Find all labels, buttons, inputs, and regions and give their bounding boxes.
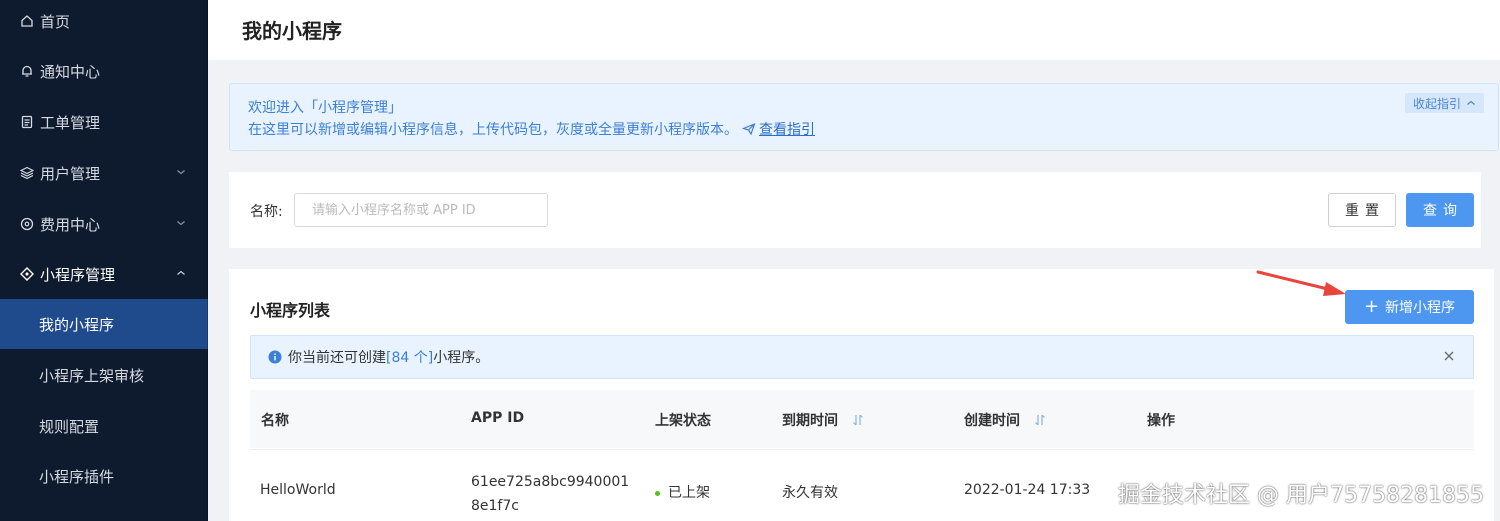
column-header-actions: 操作: [1147, 413, 1175, 429]
sidebar-item-label: 工单管理: [40, 113, 101, 132]
sidebar-item-users[interactable]: 用户管理: [0, 148, 208, 198]
collapse-guide-button[interactable]: 收起指引: [1404, 93, 1484, 113]
search-panel: 名称: 重置 查询: [229, 172, 1481, 248]
sidebar-subitem-my-miniprograms[interactable]: 我的小程序: [0, 299, 208, 349]
page-title: 我的小程序: [242, 19, 342, 43]
chevron-down-icon: [177, 221, 185, 226]
collapse-guide-label: 收起指引: [1412, 96, 1461, 111]
sidebar-subitem-review[interactable]: 小程序上架审核: [0, 350, 208, 400]
guide-title: 欢迎进入「小程序管理」: [248, 100, 402, 116]
sidebar-item-label: 用户管理: [40, 164, 101, 183]
sidebar-item-notifications[interactable]: 通知中心: [0, 46, 208, 96]
column-header-created[interactable]: 创建时间: [964, 410, 1046, 430]
quota-suffix: 小程序。: [433, 350, 490, 366]
sidebar-subitem-rules[interactable]: 规则配置: [0, 401, 208, 451]
search-input[interactable]: [294, 193, 548, 227]
red-arrow-annotation: [1256, 270, 1346, 296]
cell-appid: 61ee725a8bc9940001 8e1f7c: [471, 474, 630, 514]
chevron-up-icon: [1467, 100, 1475, 105]
sidebar-item-tickets[interactable]: 工单管理: [0, 97, 208, 147]
sidebar-item-home[interactable]: 首页: [0, 0, 208, 46]
sidebar-item-label: 费用中心: [40, 215, 101, 234]
guide-text: 在这里可以新增或编辑小程序信息，上传代码包，灰度或全量更新小程序版本。: [248, 122, 738, 138]
sidebar-item-miniprogram-management[interactable]: 小程序管理: [0, 249, 208, 299]
bell-icon: [20, 64, 34, 78]
plus-icon: +: [1363, 296, 1380, 317]
table-header: 名称 APP ID 上架状态 到期时间 创建时间 操作: [250, 390, 1474, 448]
cell-status: 已上架: [655, 482, 710, 502]
sidebar-item-billing[interactable]: 费用中心: [0, 199, 208, 249]
cell-created: 2022-01-24 17:33: [964, 482, 1091, 498]
reset-button[interactable]: 重置: [1328, 193, 1396, 227]
layers-icon: [20, 166, 34, 180]
ticket-icon: [20, 115, 34, 129]
diamond-icon: [20, 267, 34, 281]
sidebar: 首页 通知中心 工单管理 用户管理 费用中心 小程序管理 我的小程序 小程序上架…: [0, 0, 208, 521]
sidebar-edge: [207, 0, 208, 521]
send-icon: [742, 122, 756, 136]
column-header-status: 上架状态: [655, 413, 711, 429]
coin-icon: [20, 217, 34, 231]
watermark: 掘金技术社区 @ 用户7575828​1855: [1118, 483, 1484, 508]
guide-banner: 欢迎进入「小程序管理」 在这里可以新增或编辑小程序信息，上传代码包，灰度或全量更…: [229, 83, 1499, 151]
guide-description: 在这里可以新增或编辑小程序信息，上传代码包，灰度或全量更新小程序版本。 查看指引: [248, 119, 815, 139]
sidebar-item-label: 通知中心: [40, 62, 101, 81]
quota-count: [84 个]: [386, 350, 434, 366]
name-label: 名称:: [250, 204, 283, 220]
status-badge: 已上架: [668, 485, 710, 501]
chevron-up-icon: [177, 270, 185, 275]
view-guide-link[interactable]: 查看指引: [759, 119, 815, 139]
cell-expire: 永久有效: [782, 485, 838, 501]
add-miniprogram-label: 新增小程序: [1385, 300, 1456, 316]
quota-prefix: 你当前还可创建: [288, 350, 386, 366]
column-header-appid: APP ID: [471, 410, 525, 426]
query-button[interactable]: 查询: [1406, 193, 1474, 227]
cell-name: HelloWorld: [260, 482, 336, 498]
add-miniprogram-button[interactable]: + 新增小程序: [1345, 290, 1474, 324]
sort-icon[interactable]: [852, 413, 864, 427]
sidebar-item-label: 首页: [40, 12, 71, 31]
close-icon[interactable]: [1443, 350, 1455, 362]
status-dot: [655, 490, 660, 496]
chevron-down-icon: [177, 170, 185, 175]
column-header-expire[interactable]: 到期时间: [782, 410, 864, 430]
sidebar-subitem-plugins[interactable]: 小程序插件: [0, 451, 208, 501]
column-header-name: 名称: [261, 413, 289, 429]
home-icon: [20, 14, 34, 28]
quota-info-bar: 你当前还可创建 [84 个] 小程序。: [250, 335, 1474, 379]
sort-icon[interactable]: [1034, 413, 1046, 427]
info-icon: [268, 350, 282, 364]
sidebar-item-label: 小程序管理: [40, 265, 116, 284]
list-title: 小程序列表: [250, 301, 331, 320]
page-header: 我的小程序: [208, 0, 1500, 60]
